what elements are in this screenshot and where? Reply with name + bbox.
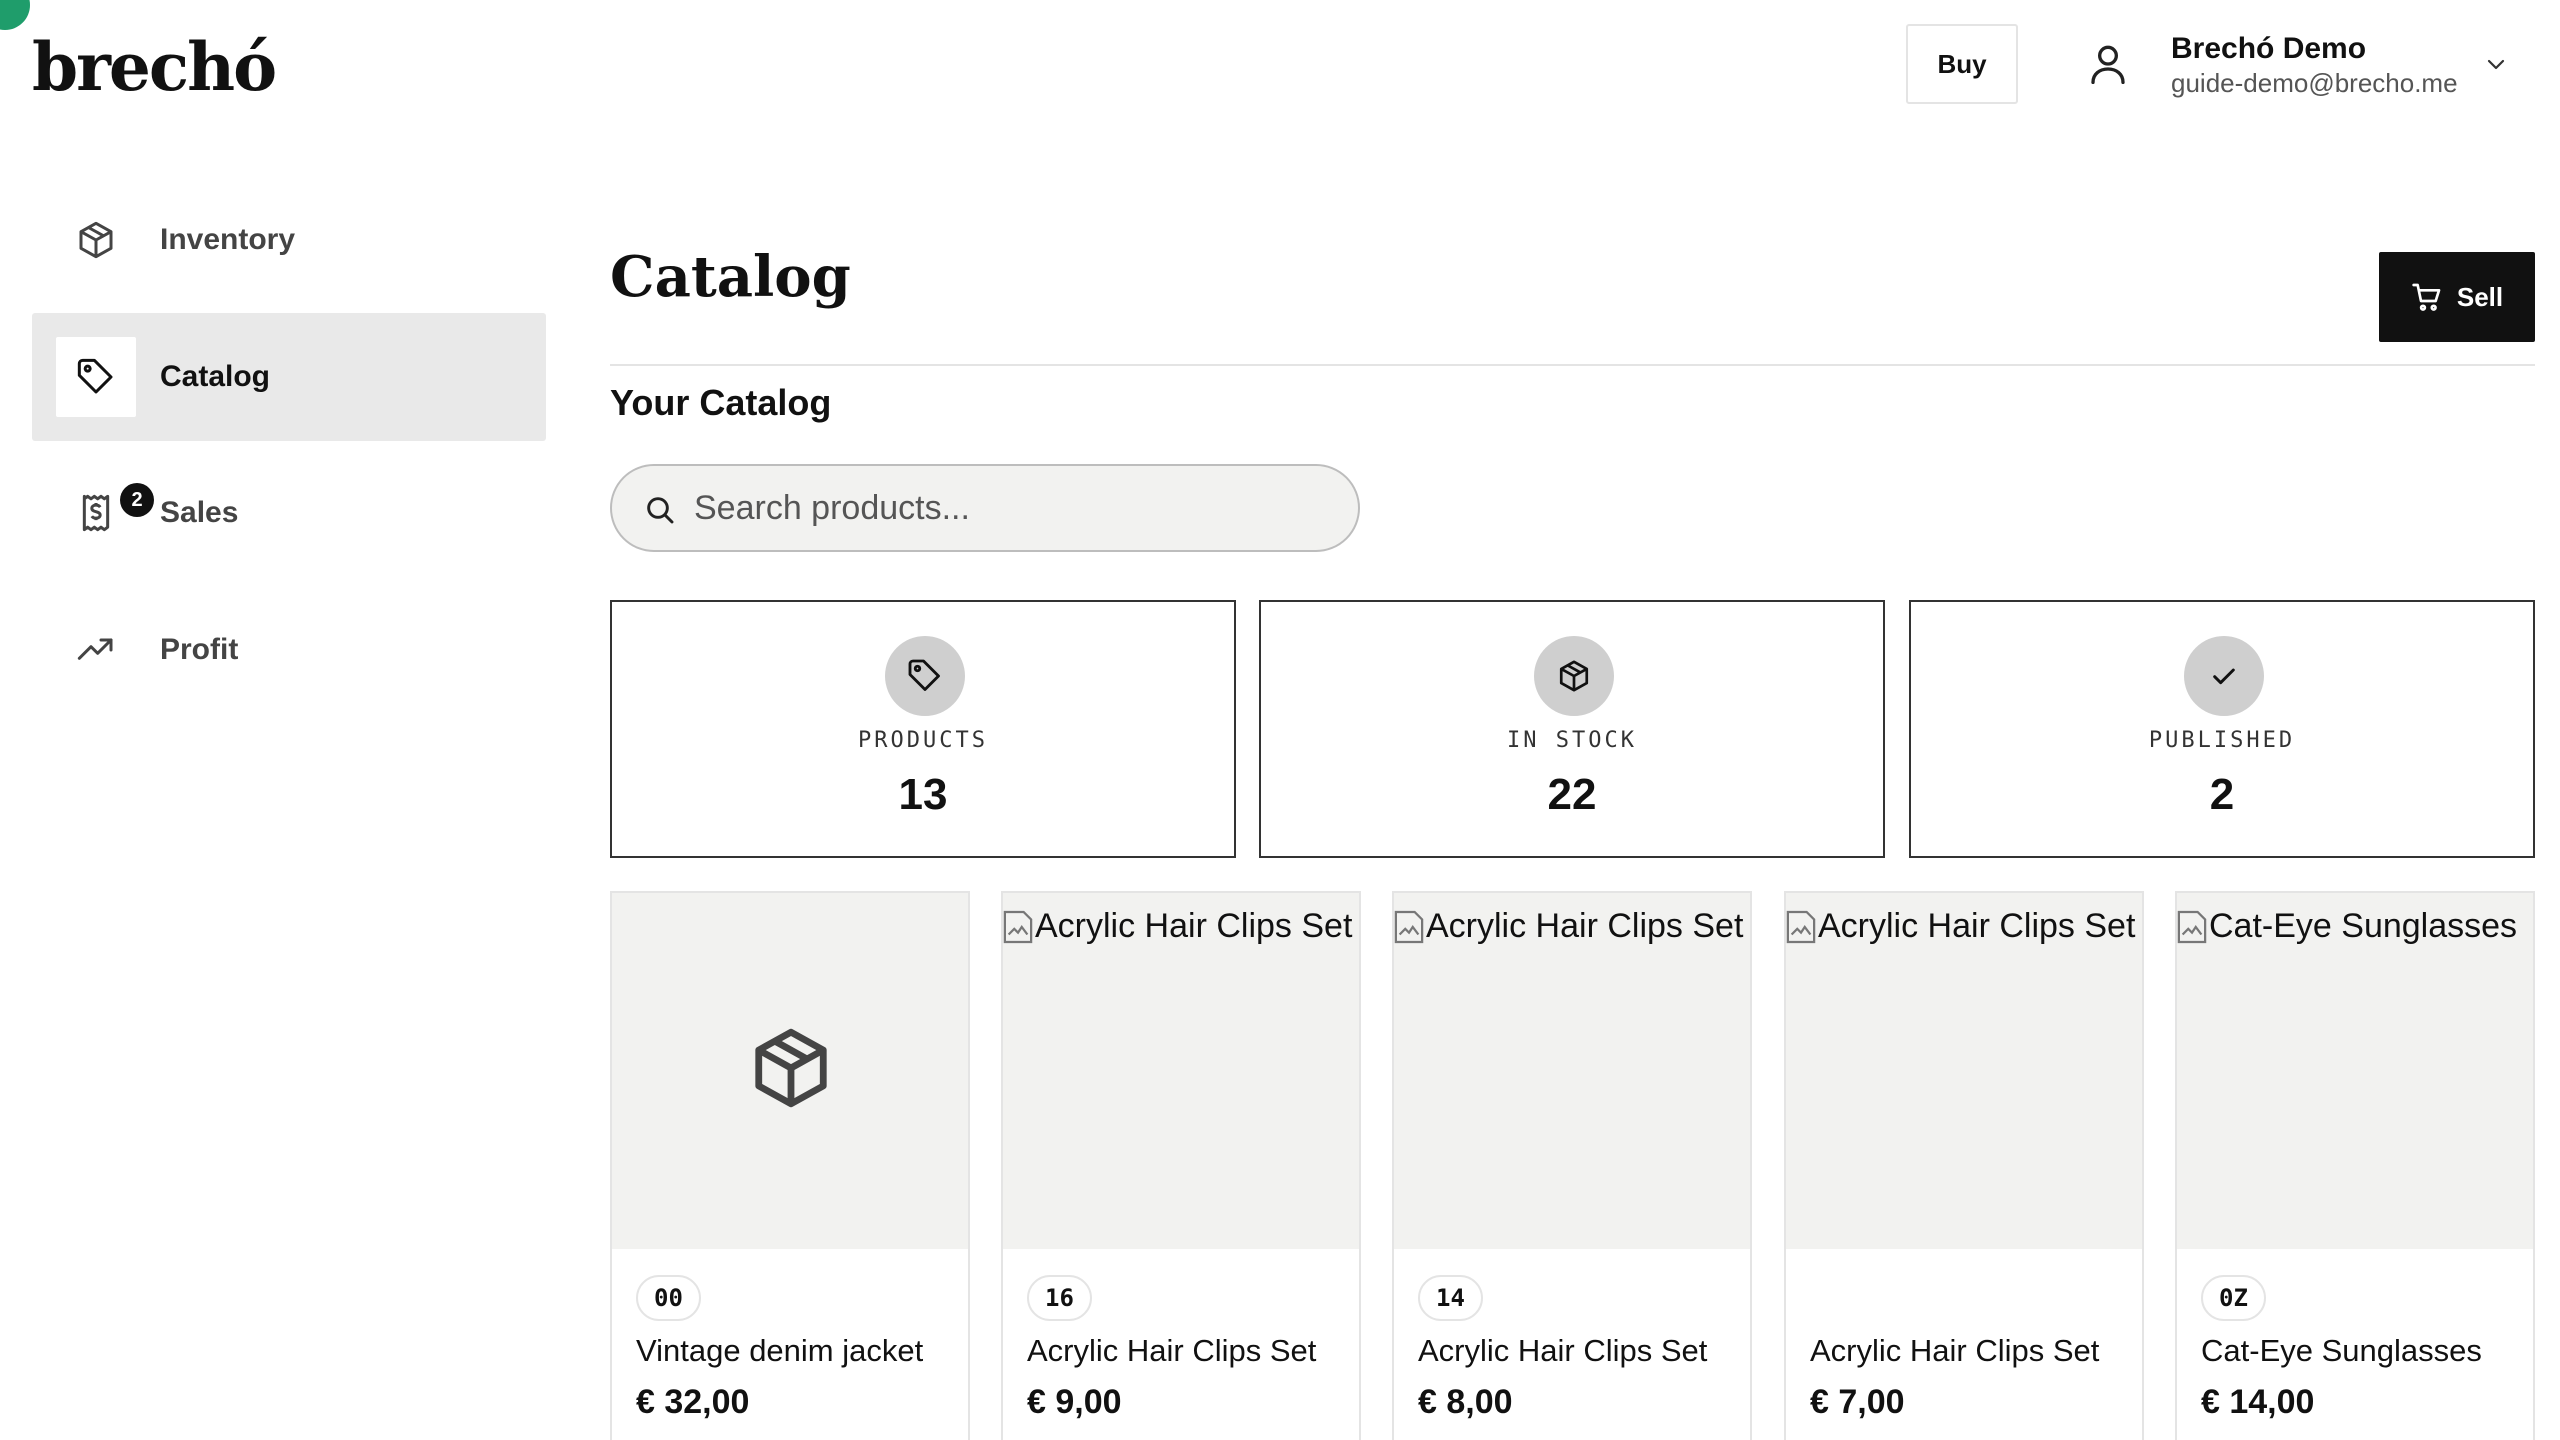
product-code: 00 xyxy=(636,1275,701,1321)
stat-value: 2 xyxy=(2209,770,2235,819)
broken-image-icon xyxy=(1394,910,1424,943)
sidebar-item-label: Inventory xyxy=(160,223,296,256)
logo[interactable]: brechó xyxy=(32,28,277,106)
product-name: Acrylic Hair Clips Set xyxy=(1027,1333,1317,1368)
stat-value: 22 xyxy=(1547,770,1597,819)
product-image-placeholder xyxy=(612,893,968,1249)
sidebar-item-inventory[interactable]: Inventory xyxy=(32,176,546,304)
broken-image-icon xyxy=(1786,910,1816,943)
stat-card-in-stock: IN STOCK 22 xyxy=(1259,600,1885,858)
image-alt-text: Cat-Eye Sunglasses xyxy=(2209,907,2518,945)
product-price: € 8,00 xyxy=(1418,1383,1513,1421)
product-card[interactable]: Acrylic Hair Clips Set 14 Acrylic Hair C… xyxy=(1392,891,1752,1440)
buy-button[interactable]: Buy xyxy=(1906,24,2018,104)
trending-up-icon xyxy=(77,638,113,660)
product-code: 16 xyxy=(1027,1275,1092,1321)
tag-icon xyxy=(77,358,113,394)
product-code: 0Z xyxy=(2201,1275,2266,1321)
box-icon xyxy=(79,221,113,259)
status-dot xyxy=(0,0,30,30)
user-name[interactable]: Brechó Demo xyxy=(2171,32,2366,66)
stat-card-products: PRODUCTS 13 xyxy=(610,600,1236,858)
product-name: Vintage denim jacket xyxy=(636,1333,924,1368)
search-input[interactable] xyxy=(694,480,1334,536)
product-image: Cat-Eye Sunglasses xyxy=(2177,893,2533,1249)
product-price: € 32,00 xyxy=(636,1383,750,1421)
user-email[interactable]: guide-demo@brecho.me xyxy=(2171,68,2458,99)
stat-label: PUBLISHED xyxy=(2148,728,2296,753)
box-icon xyxy=(755,1028,827,1108)
divider xyxy=(610,364,2535,366)
product-image: Acrylic Hair Clips Set xyxy=(1394,893,1750,1249)
sidebar-item-catalog[interactable]: Catalog xyxy=(32,313,546,441)
stat-card-published: PUBLISHED 2 xyxy=(1909,600,2535,858)
sell-button[interactable]: Sell xyxy=(2379,252,2535,342)
sidebar-item-label: Profit xyxy=(160,633,239,666)
product-card[interactable]: 00 Vintage denim jacket € 32,00 xyxy=(610,891,970,1440)
broken-image-icon xyxy=(2177,910,2207,943)
search-bar[interactable] xyxy=(610,464,1360,552)
sales-count-badge: 2 xyxy=(120,483,154,517)
product-image: Acrylic Hair Clips Set xyxy=(1003,893,1359,1249)
image-alt-text: Acrylic Hair Clips Set xyxy=(1426,907,1744,945)
product-name: Acrylic Hair Clips Set xyxy=(1418,1333,1708,1368)
cart-icon xyxy=(2412,283,2441,311)
sidebar-item-label: Sales xyxy=(160,496,239,529)
product-price: € 14,00 xyxy=(2201,1383,2315,1421)
sell-button-label: Sell xyxy=(2456,281,2504,312)
product-card[interactable]: Acrylic Hair Clips Set 16 Acrylic Hair C… xyxy=(1001,891,1361,1440)
receipt-icon xyxy=(82,494,110,532)
broken-image-icon xyxy=(1003,910,1033,943)
product-card[interactable]: Cat-Eye Sunglasses 0Z Cat-Eye Sunglasses… xyxy=(2175,891,2535,1440)
app: brechó Buy Brechó Demo guide-demo@brecho… xyxy=(0,0,2560,1440)
product-name: Acrylic Hair Clips Set xyxy=(1810,1333,2100,1368)
chevron-down-icon[interactable] xyxy=(2484,52,2508,76)
sidebar-item-label: Catalog xyxy=(160,360,271,393)
search-icon xyxy=(647,497,674,524)
stat-value: 13 xyxy=(898,770,948,819)
check-icon xyxy=(2213,668,2235,685)
tag-icon xyxy=(908,659,940,691)
sidebar-item-sales[interactable]: 2 Sales xyxy=(32,449,546,577)
image-alt-text: Acrylic Hair Clips Set xyxy=(1035,907,1353,945)
product-price: € 9,00 xyxy=(1027,1383,1122,1421)
product-card[interactable]: Acrylic Hair Clips Set Acrylic Hair Clip… xyxy=(1784,891,2144,1440)
stat-label: IN STOCK xyxy=(1507,728,1637,753)
product-code: 14 xyxy=(1418,1275,1483,1321)
user-icon[interactable] xyxy=(2088,42,2128,86)
product-price: € 7,00 xyxy=(1810,1383,1905,1421)
product-name: Cat-Eye Sunglasses xyxy=(2201,1333,2482,1368)
product-image: Acrylic Hair Clips Set xyxy=(1786,893,2142,1249)
image-alt-text: Acrylic Hair Clips Set xyxy=(1818,907,2136,945)
page-title: Catalog xyxy=(610,244,851,310)
sidebar-item-profit[interactable]: Profit xyxy=(32,586,546,714)
box-icon xyxy=(1559,660,1589,692)
section-title: Your Catalog xyxy=(610,382,832,423)
stat-label: PRODUCTS xyxy=(858,728,988,753)
